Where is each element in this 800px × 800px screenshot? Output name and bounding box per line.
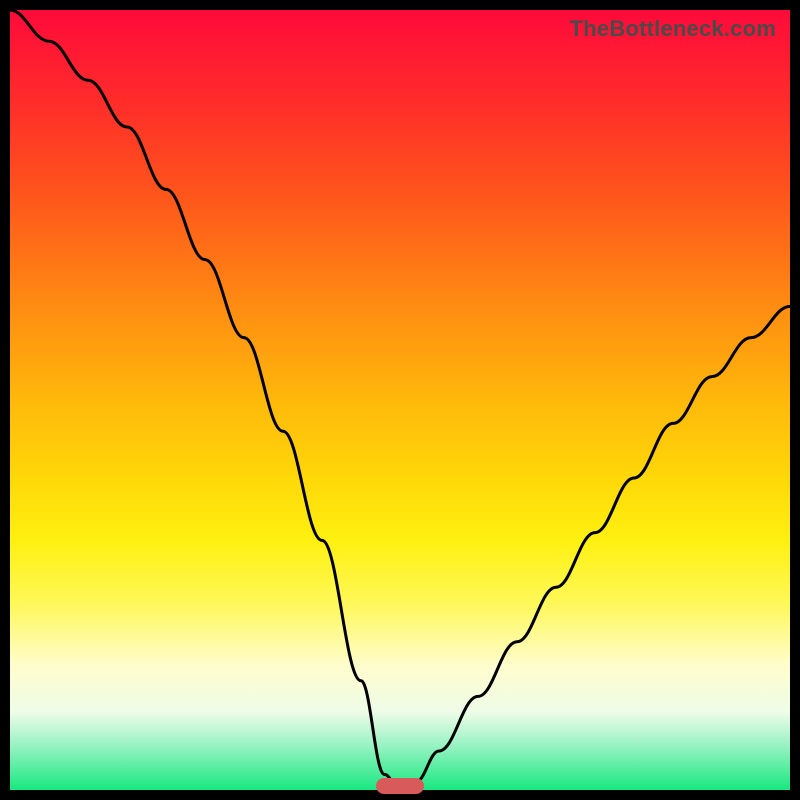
curve-svg (10, 10, 790, 790)
bottleneck-curve (10, 10, 790, 790)
minimum-marker (376, 778, 424, 794)
plot-area: TheBottleneck.com (10, 10, 790, 790)
chart-container: TheBottleneck.com (0, 0, 800, 800)
